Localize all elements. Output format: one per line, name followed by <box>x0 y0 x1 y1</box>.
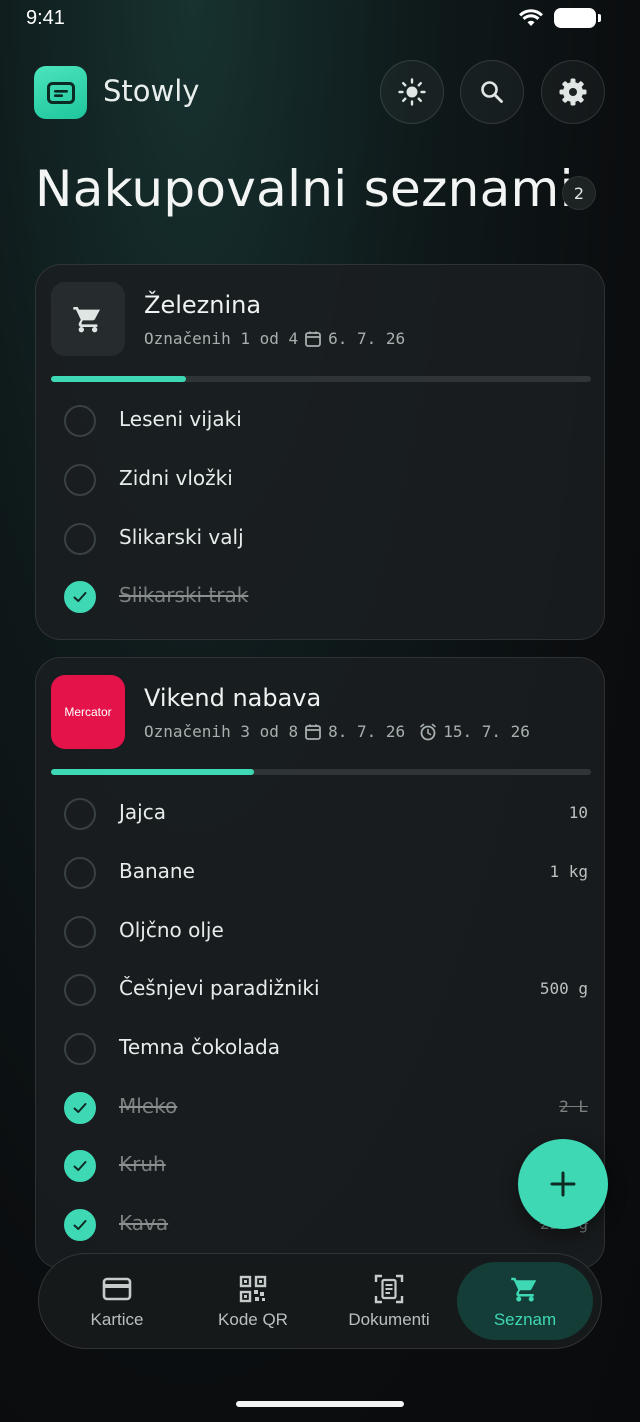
nav-label: Dokumenti <box>348 1310 430 1329</box>
wifi-icon <box>519 9 543 26</box>
qr-icon <box>239 1275 267 1303</box>
list-item[interactable]: Temna čokolada <box>36 1020 604 1078</box>
item-quantity: 10 <box>568 803 588 822</box>
checkmark-icon <box>73 1103 87 1113</box>
list-progress-fill <box>51 376 186 382</box>
nav-label: Seznam <box>493 1310 557 1329</box>
nav-item-documents[interactable]: Dokumenti <box>321 1262 457 1340</box>
store-logo: Mercator <box>51 675 125 749</box>
search-icon <box>481 81 503 103</box>
item-label: Slikarski valj <box>119 525 244 549</box>
list-reminder: 15. 7. 26 <box>443 722 530 741</box>
settings-button[interactable] <box>541 60 605 124</box>
checkmark-icon <box>73 1220 87 1230</box>
checkmark-icon <box>73 1161 87 1171</box>
item-checkbox[interactable] <box>64 1033 96 1065</box>
list-item[interactable]: Slikarski valj <box>36 510 604 568</box>
alarm-icon <box>420 723 436 740</box>
item-quantity: 1 kg <box>549 862 588 881</box>
list-progress <box>51 376 591 382</box>
gear-icon <box>559 78 587 106</box>
list-count-badge: 2 <box>562 176 596 210</box>
list-date: 6. 7. 26 <box>328 329 406 348</box>
nav-item-qr-codes[interactable]: Kode QR <box>185 1262 321 1340</box>
list-title: Železnina <box>144 291 262 319</box>
page-title: Nakupovalni seznami <box>35 160 574 218</box>
status-bar: 9:41 <box>0 0 640 40</box>
nav-label: Kartice <box>90 1310 144 1329</box>
calendar-icon <box>305 724 322 740</box>
item-checkbox-checked[interactable] <box>64 1092 96 1124</box>
sun-icon <box>398 78 426 106</box>
theme-toggle-button[interactable] <box>380 60 444 124</box>
cart-icon <box>73 307 100 333</box>
item-checkbox[interactable] <box>64 798 96 830</box>
item-checkbox-checked[interactable] <box>64 1209 96 1241</box>
item-checkbox[interactable] <box>64 916 96 948</box>
list-item[interactable]: Leseni vijaki <box>36 392 604 450</box>
cart-icon <box>511 1277 537 1302</box>
item-checkbox[interactable] <box>64 464 96 496</box>
list-item[interactable]: Zidni vložki <box>36 451 604 509</box>
item-label: Leseni vijaki <box>119 407 242 431</box>
status-time: 9:41 <box>26 7 65 29</box>
list-item[interactable]: Kava 250 g <box>36 1196 604 1254</box>
checked-count: Označenih 1 od 4 <box>144 329 299 348</box>
nav-item-cards[interactable]: Kartice <box>49 1262 185 1340</box>
calendar-icon <box>305 331 322 347</box>
list-progress <box>51 769 591 775</box>
list-progress-fill <box>51 769 254 775</box>
item-quantity: 2 L <box>559 1097 588 1116</box>
app-logo-icon <box>46 81 75 104</box>
item-checkbox[interactable] <box>64 974 96 1006</box>
document-icon <box>374 1274 404 1304</box>
list-item[interactable]: Banane 1 kg <box>36 844 604 902</box>
item-label: Slikarski trak <box>119 583 249 607</box>
item-label: Temna čokolada <box>119 1035 280 1059</box>
list-item[interactable]: Češnjevi paradižniki 500 g <box>36 961 604 1019</box>
item-label: Mleko <box>119 1094 178 1118</box>
app-name: Stowly <box>103 74 200 108</box>
list-meta: Označenih 3 od 8 8. 7. 26 15. 7. 26 <box>144 722 530 741</box>
item-label: Jajca <box>119 800 166 824</box>
item-label: Banane <box>119 859 195 883</box>
list-date: 8. 7. 26 <box>328 722 406 741</box>
list-item[interactable]: Mleko 2 L <box>36 1079 604 1137</box>
plus-icon <box>550 1171 576 1197</box>
item-checkbox[interactable] <box>64 405 96 437</box>
home-indicator <box>236 1401 404 1407</box>
nav-label: Kode QR <box>218 1310 288 1329</box>
item-label: Kruh <box>119 1152 166 1176</box>
nav-item-shopping-list[interactable]: Seznam <box>457 1262 593 1340</box>
shopping-list-card[interactable]: Železnina Označenih 1 od 4 6. 7. 26 Lese… <box>35 264 605 640</box>
battery-icon <box>554 8 601 28</box>
checkmark-icon <box>73 592 87 602</box>
item-label: Kava <box>119 1211 169 1235</box>
item-checkbox[interactable] <box>64 857 96 889</box>
item-checkbox-checked[interactable] <box>64 581 96 613</box>
app-logo <box>34 66 87 119</box>
list-title: Vikend nabava <box>144 684 322 712</box>
item-label: Zidni vložki <box>119 466 233 490</box>
checked-count: Označenih 3 od 8 <box>144 722 299 741</box>
list-item[interactable]: Oljčno olje <box>36 903 604 961</box>
item-checkbox[interactable] <box>64 523 96 555</box>
card-icon <box>102 1277 132 1301</box>
item-label: Češnjevi paradižniki <box>119 976 320 1000</box>
add-list-button[interactable] <box>518 1139 608 1229</box>
item-checkbox-checked[interactable] <box>64 1150 96 1182</box>
search-button[interactable] <box>460 60 524 124</box>
item-quantity: 500 g <box>539 979 588 998</box>
list-meta: Označenih 1 od 4 6. 7. 26 <box>144 329 405 348</box>
item-label: Oljčno olje <box>119 918 224 942</box>
list-item[interactable]: Slikarski trak <box>36 568 604 626</box>
bottom-navigation: Kartice Kode QR Dokumenti Seznam <box>38 1253 602 1349</box>
list-thumbnail <box>51 282 125 356</box>
list-item[interactable]: Jajca 10 <box>36 785 604 843</box>
